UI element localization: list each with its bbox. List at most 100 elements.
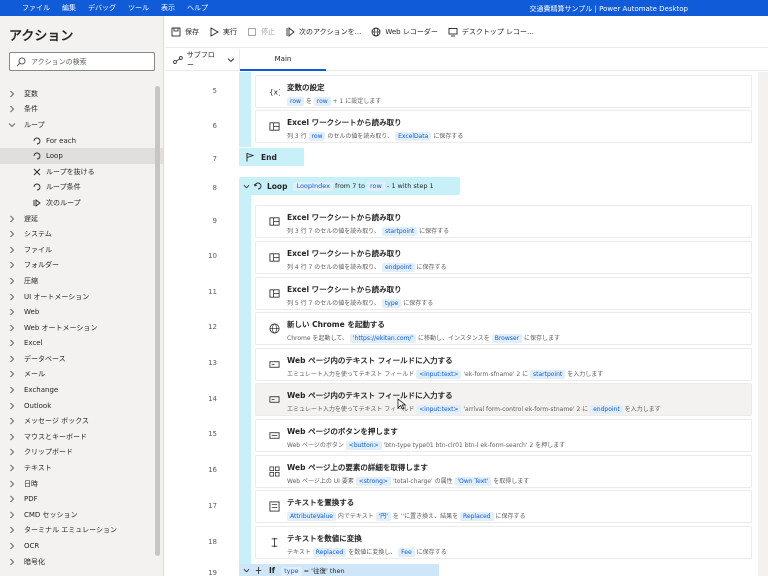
loop-title: Loop xyxy=(267,181,288,191)
stop-icon xyxy=(248,27,256,36)
menu-edit[interactable]: 編集 xyxy=(62,3,76,13)
stop-label: 停止 xyxy=(261,27,275,36)
action-replace-text[interactable]: テキストを置換する AttributeValue 内でテキスト '円' を ''… xyxy=(255,490,752,523)
sidebar-item[interactable]: ファイル xyxy=(0,242,163,258)
if-block[interactable]: If type = '往復' then xyxy=(239,564,439,576)
sidebar-item[interactable]: Exchange xyxy=(0,382,163,398)
canvas-scrollbar[interactable] xyxy=(758,72,768,576)
sidebar-item[interactable]: メール xyxy=(0,367,163,383)
action-press-button[interactable]: Web ページのボタンを押します Web ページのボタン <button> 'b… xyxy=(255,419,752,452)
line-number: 7 xyxy=(212,155,217,163)
action-search-input[interactable]: アクションの検索 xyxy=(9,52,155,71)
sidebar-item-label: テキスト xyxy=(24,464,52,473)
sidebar-item-label: 条件 xyxy=(24,105,38,114)
action-excel-read[interactable]: Excel ワークシートから読み取り 列 4 行 7 のセルの値を読み取り、 e… xyxy=(255,241,752,274)
sidebar-item[interactable]: クリップボード xyxy=(0,445,163,461)
sidebar-item[interactable]: システム xyxy=(0,226,163,242)
action-description: Chrome を起動して、 'https://ekitan.com/' に移動し… xyxy=(287,333,560,343)
run-button[interactable]: 実行 xyxy=(209,26,237,37)
chevron-right-icon xyxy=(10,417,15,425)
sidebar-item-label: ループ条件 xyxy=(46,183,81,192)
sidebar-item[interactable]: ループ条件 xyxy=(0,180,163,196)
sidebar-item-label: PDF xyxy=(24,495,38,504)
desc-text: を xyxy=(305,98,312,105)
stop-button[interactable]: 停止 xyxy=(247,27,275,37)
loop-icon xyxy=(33,183,41,191)
action-set-variable[interactable]: {x} 変数の設定 row を row + 1 に設定します xyxy=(255,75,752,108)
desc-text: エミュレート入力を使ってテキスト フィールド xyxy=(287,371,415,378)
loop-block[interactable]: Loop LoopIndex from 7 to row - 1 with st… xyxy=(239,177,460,195)
chevron-right-icon xyxy=(10,386,15,394)
chevron-right-icon xyxy=(10,449,15,456)
action-excel-read[interactable]: Excel ワークシートから読み取り 列 3 行 row のセルの値を読み取り、… xyxy=(255,110,752,143)
element-chip: <input:text> xyxy=(416,405,462,414)
sidebar-item[interactable]: テキスト xyxy=(0,460,163,476)
action-populate-text-field[interactable]: Web ページ内のテキスト フィールドに入力する エミュレート入力を使ってテキス… xyxy=(255,383,752,416)
action-description: Web ページのボタン <button> 'btn-type type01 bt… xyxy=(287,440,565,450)
sidebar-item[interactable]: CMD セッション xyxy=(0,507,163,523)
desc-text: に保存します xyxy=(523,335,560,342)
sidebar-item-label: ターミナル エミュレーション xyxy=(24,526,117,535)
sidebar-item[interactable]: 日時 xyxy=(0,476,163,492)
sidebar-item[interactable]: Excel xyxy=(0,336,163,352)
sidebar-item[interactable]: OCR xyxy=(0,538,163,554)
action-populate-text-field[interactable]: Web ページ内のテキスト フィールドに入力する エミュレート入力を使ってテキス… xyxy=(255,348,752,381)
menu-view[interactable]: 表示 xyxy=(161,3,175,13)
chevron-right-icon xyxy=(10,558,15,565)
sidebar-item[interactable]: 次のループ xyxy=(0,195,163,211)
variable-chip: ExcelData xyxy=(395,132,432,141)
sidebar-item[interactable]: 遅延 xyxy=(0,211,163,227)
line-number: 15 xyxy=(208,430,217,438)
menu-help[interactable]: ヘルプ xyxy=(187,3,208,13)
sidebar-scrollbar[interactable] xyxy=(155,86,160,556)
sidebar-item[interactable]: メッセージ ボックス xyxy=(0,413,163,429)
save-label: 保存 xyxy=(185,27,199,36)
variable-chip: row xyxy=(367,181,385,191)
desc-text: テキスト xyxy=(287,549,311,556)
action-get-element-details[interactable]: Web ページ上の要素の詳細を取得します Web ページ上の UI 要素 <st… xyxy=(255,455,752,488)
sidebar-item[interactable]: Web xyxy=(0,304,163,320)
menu-file[interactable]: ファイル xyxy=(22,3,50,13)
sidebar-item[interactable]: Loop xyxy=(0,148,163,164)
action-excel-read[interactable]: Excel ワークシートから読み取り 列 3 行 7 のセルの値を読み取り、 s… xyxy=(255,205,752,238)
sidebar-item[interactable]: For each xyxy=(0,133,163,149)
action-text-to-number[interactable]: テキストを数値に変換 テキスト Replaced を数値に変換し、 Fee に保… xyxy=(255,526,752,559)
sidebar-item[interactable]: マウスとキーボード xyxy=(0,429,163,445)
desktop-recorder-icon xyxy=(448,27,458,36)
action-launch-chrome[interactable]: 新しい Chrome を起動する Chrome を起動して、 'https://… xyxy=(255,312,752,345)
sidebar-item[interactable]: Web オートメーション xyxy=(0,320,163,336)
sidebar-item[interactable]: ループを抜ける xyxy=(0,164,163,180)
chevron-right-icon xyxy=(10,308,15,316)
action-description: Web ページ上の UI 要素 <strong> 'total-charge' … xyxy=(287,476,529,486)
subflow-dropdown[interactable]: サブフロー xyxy=(165,48,240,71)
save-button[interactable]: 保存 xyxy=(171,27,199,37)
sidebar-item[interactable]: UI オートメーション xyxy=(0,289,163,305)
next-action-button[interactable]: 次のアクションを... xyxy=(285,26,361,37)
sidebar-item[interactable]: 変数 xyxy=(0,86,163,102)
sidebar-item[interactable]: Outlook xyxy=(0,398,163,414)
loop-end-block[interactable]: End xyxy=(239,148,304,166)
desktop-recorder-button[interactable]: デスクトップ レコー... xyxy=(448,27,534,37)
sidebar-item[interactable]: 条件 xyxy=(0,102,163,118)
end-label: End xyxy=(261,152,277,162)
if-icon xyxy=(255,566,262,574)
sidebar-item[interactable]: 圧縮 xyxy=(0,273,163,289)
menu-tools[interactable]: ツール xyxy=(128,3,149,13)
chevron-down-icon[interactable] xyxy=(243,567,250,574)
chevron-down-icon[interactable] xyxy=(243,183,250,190)
chevron-right-icon xyxy=(10,495,15,503)
sidebar-item[interactable]: データベース xyxy=(0,351,163,367)
sidebar-item[interactable]: ループ xyxy=(0,117,163,133)
web-recorder-button[interactable]: Web レコーダー xyxy=(371,27,438,37)
action-excel-read[interactable]: Excel ワークシートから読み取り 列 5 行 7 のセルの値を読み取り、 t… xyxy=(255,277,752,310)
sidebar-item[interactable]: 暗号化 xyxy=(0,554,163,570)
sidebar-item[interactable]: ターミナル エミュレーション xyxy=(0,523,163,539)
desc-text: - 1 with step 1 xyxy=(386,181,434,190)
tab-main[interactable]: Main xyxy=(240,49,326,71)
sidebar-item[interactable]: PDF xyxy=(0,491,163,507)
flag-icon xyxy=(246,152,255,162)
sidebar-item[interactable]: フォルダー xyxy=(0,258,163,274)
menu-debug[interactable]: デバッグ xyxy=(88,3,116,13)
action-description: 列 3 行 row のセルの値を読み取り、 ExcelData に保存する xyxy=(287,131,463,141)
value-chip: 'Own Text' xyxy=(454,477,492,486)
